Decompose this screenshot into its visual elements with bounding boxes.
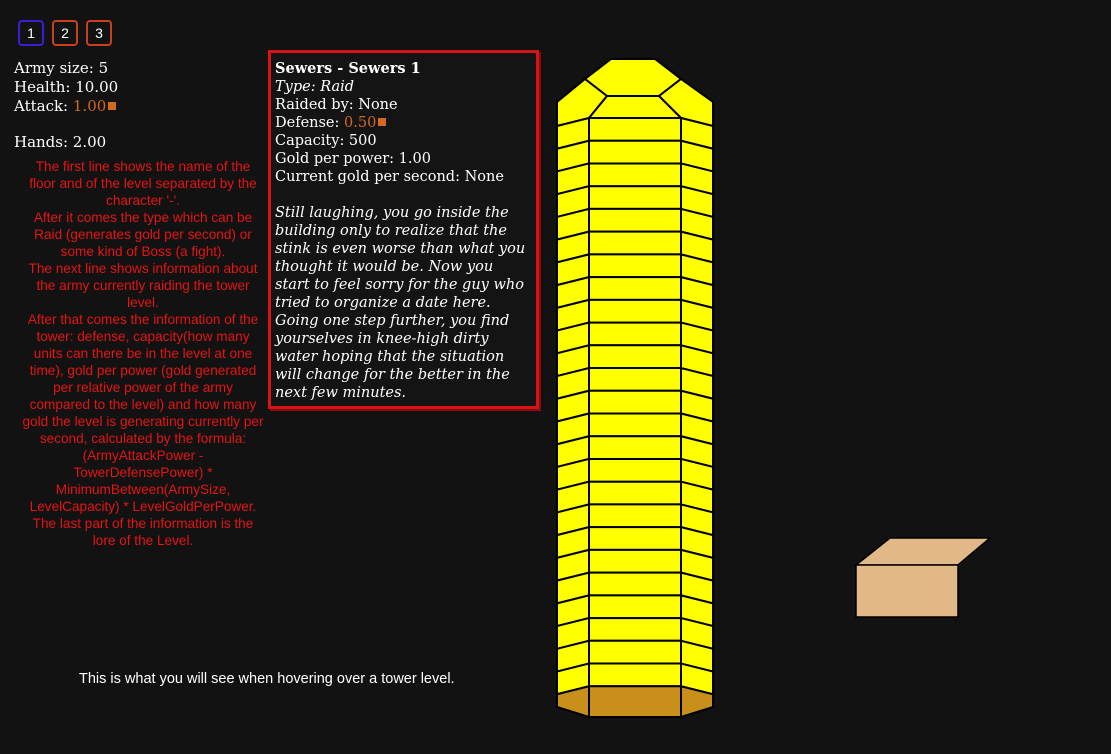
level-face-front: [588, 435, 682, 460]
level-face-front: [588, 162, 682, 188]
tower-level-base[interactable]: [556, 684, 714, 719]
level-face-front: [588, 367, 682, 392]
level-face-front: [588, 685, 682, 718]
level-face-front: [588, 639, 682, 665]
level-face-front: [588, 480, 682, 506]
caption: This is what you will see when hovering …: [79, 671, 455, 687]
tower: [556, 58, 714, 719]
level-face-front: [588, 276, 682, 301]
crate-front: [855, 564, 959, 618]
level-face-front: [588, 230, 682, 256]
level-face-front: [588, 298, 682, 324]
level-face-front: [588, 594, 682, 620]
crate[interactable]: [853, 537, 993, 618]
level-face-front: [588, 139, 682, 165]
level-face-front: [588, 412, 682, 438]
level-face-front: [588, 617, 682, 642]
level-face-front: [588, 185, 682, 210]
level-face-front: [588, 457, 682, 483]
level-face-front: [588, 207, 682, 233]
level-face-front: [588, 321, 682, 347]
level-face-front: [588, 389, 682, 415]
level-face-front: [588, 662, 682, 688]
game-scene: [556, 58, 993, 719]
crate-top: [853, 537, 993, 566]
level-face-front: [588, 571, 682, 597]
level-face-front: [588, 344, 682, 370]
level-face-front: [588, 526, 682, 551]
level-face-front: [588, 117, 682, 142]
level-face-front: [588, 253, 682, 279]
level-face-front: [588, 548, 682, 574]
level-face-front: [588, 503, 682, 529]
